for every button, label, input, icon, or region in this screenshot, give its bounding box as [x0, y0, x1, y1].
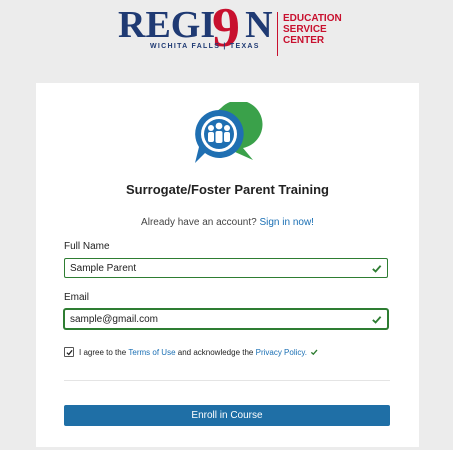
- course-title: Surrogate/Foster Parent Training: [126, 182, 329, 197]
- terms-of-use-link[interactable]: Terms of Use: [128, 348, 175, 357]
- logo-esc-text: EDUCATION SERVICE CENTER: [283, 13, 342, 46]
- privacy-policy-link[interactable]: Privacy Policy.: [256, 348, 307, 357]
- email-input[interactable]: [70, 313, 360, 326]
- check-icon: [372, 265, 382, 273]
- email-field-wrapper[interactable]: [64, 309, 388, 329]
- full-name-label: Full Name: [64, 241, 110, 252]
- full-name-input[interactable]: [70, 262, 360, 275]
- enroll-button[interactable]: Enroll in Course: [64, 405, 390, 426]
- agree-checkbox[interactable]: [64, 347, 74, 357]
- terms-agreement: I agree to the Terms of Use and acknowle…: [64, 347, 318, 357]
- email-label: Email: [64, 292, 90, 303]
- check-icon: [310, 349, 318, 356]
- check-icon: [372, 316, 382, 324]
- signin-link[interactable]: Sign in now!: [259, 217, 313, 228]
- logo-divider: [277, 12, 278, 56]
- checkbox-check-icon: [65, 349, 73, 355]
- full-name-field-wrapper[interactable]: [64, 258, 388, 278]
- enroll-card: Surrogate/Foster Parent Training Already…: [36, 83, 419, 447]
- chat-bubbles-people-icon: [195, 102, 263, 163]
- region9-logo: REGI N 9 WICHITA FALLS | TEXAS EDUCATION …: [0, 0, 453, 70]
- logo-wordmark: REGI N: [118, 4, 273, 46]
- divider: [64, 380, 390, 381]
- logo-subtitle: WICHITA FALLS | TEXAS: [150, 43, 260, 50]
- signin-prompt: Already have an account? Sign in now!: [141, 217, 314, 228]
